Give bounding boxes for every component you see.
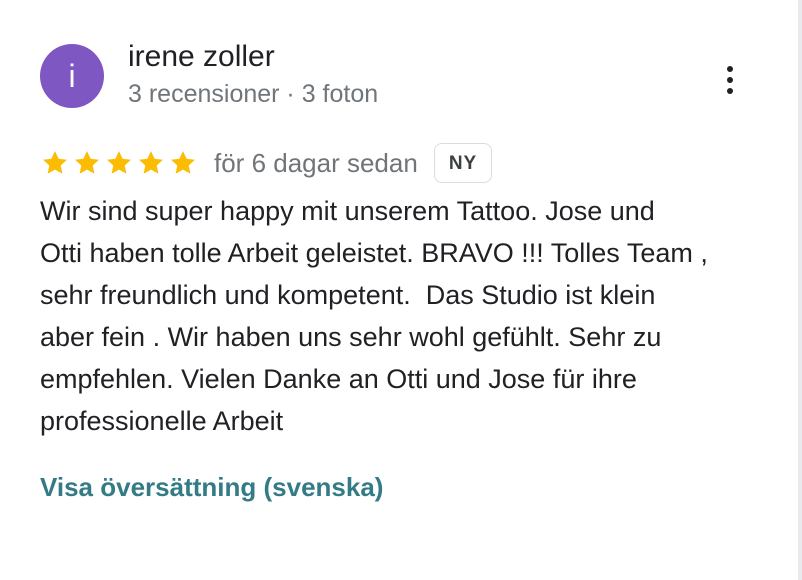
- reviewer-name[interactable]: irene zoller: [128, 40, 275, 74]
- more-vert-icon-dot: [727, 77, 733, 83]
- more-vert-icon-dot: [727, 66, 733, 72]
- more-vert-icon-dot: [727, 88, 733, 94]
- rating-row: för 6 dagar sedan NY: [40, 141, 493, 185]
- review-line: aber fein . Wir haben uns sehr wohl gefü…: [40, 322, 662, 352]
- star-rating: [40, 148, 198, 178]
- translate-link[interactable]: Visa översättning (svenska): [40, 472, 383, 503]
- reviewer-meta: 3 recensioner · 3 foton: [128, 80, 379, 108]
- right-edge-divider: [798, 0, 802, 580]
- review-time: för 6 dagar sedan: [214, 147, 418, 178]
- review-line: sehr freundlich und kompetent. Das Studi…: [40, 280, 656, 310]
- star-icon: [139, 151, 163, 174]
- more-options-button[interactable]: [712, 62, 748, 98]
- avatar[interactable]: i: [40, 44, 104, 108]
- review-line: Wir sind super happy mit unserem Tattoo.…: [40, 196, 655, 226]
- review-line: professionelle Arbeit: [40, 406, 284, 436]
- review-text: Wir sind super happy mit unserem Tattoo.…: [40, 190, 760, 442]
- new-badge: NY: [433, 143, 493, 183]
- star-icon: [171, 151, 195, 174]
- review-line: empfehlen. Vielen Danke an Otti und Jose…: [40, 364, 637, 394]
- star-icon: [43, 151, 67, 174]
- star-icon: [75, 151, 99, 174]
- review-line: Otti haben tolle Arbeit geleistet. BRAVO…: [40, 238, 708, 268]
- star-icon: [107, 151, 131, 174]
